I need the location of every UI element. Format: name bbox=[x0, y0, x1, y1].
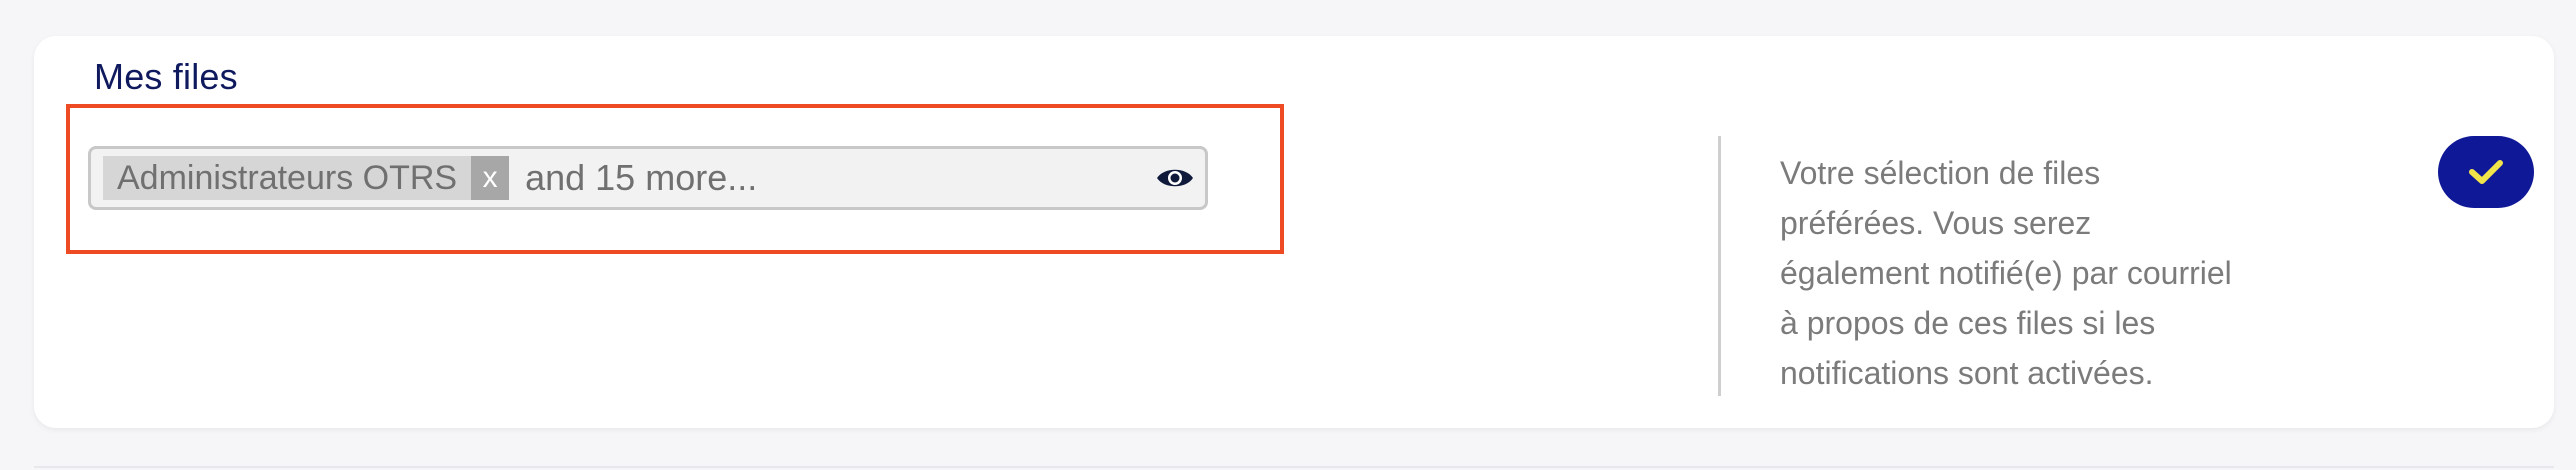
vertical-divider bbox=[1718, 136, 1721, 396]
eye-icon[interactable] bbox=[1155, 163, 1195, 193]
preferences-card: Mes files Administrateurs OTRS x and 15 … bbox=[34, 36, 2554, 428]
help-text: Votre sélection de files préférées. Vous… bbox=[1780, 148, 2260, 398]
queue-multiselect-field[interactable]: Administrateurs OTRS x and 15 more... bbox=[88, 146, 1208, 210]
help-text-line: notifications sont activées. bbox=[1780, 355, 2154, 391]
checkmark-icon bbox=[2469, 160, 2503, 184]
help-text-line: préférées. Vous serez bbox=[1780, 205, 2092, 241]
queue-tag-label: Administrateurs OTRS bbox=[117, 158, 458, 197]
queue-tag: Administrateurs OTRS x bbox=[103, 156, 510, 200]
help-text-line: à propos de ces files si les bbox=[1780, 305, 2156, 341]
save-button[interactable] bbox=[2438, 136, 2534, 208]
more-items-text[interactable]: and 15 more... bbox=[525, 157, 757, 199]
bottom-divider bbox=[34, 466, 2554, 468]
remove-tag-button[interactable]: x bbox=[471, 156, 510, 200]
help-text-line: également notifié(e) par courriel bbox=[1780, 255, 2232, 291]
section-title: Mes files bbox=[94, 56, 238, 97]
help-text-line: Votre sélection de files bbox=[1780, 155, 2101, 191]
